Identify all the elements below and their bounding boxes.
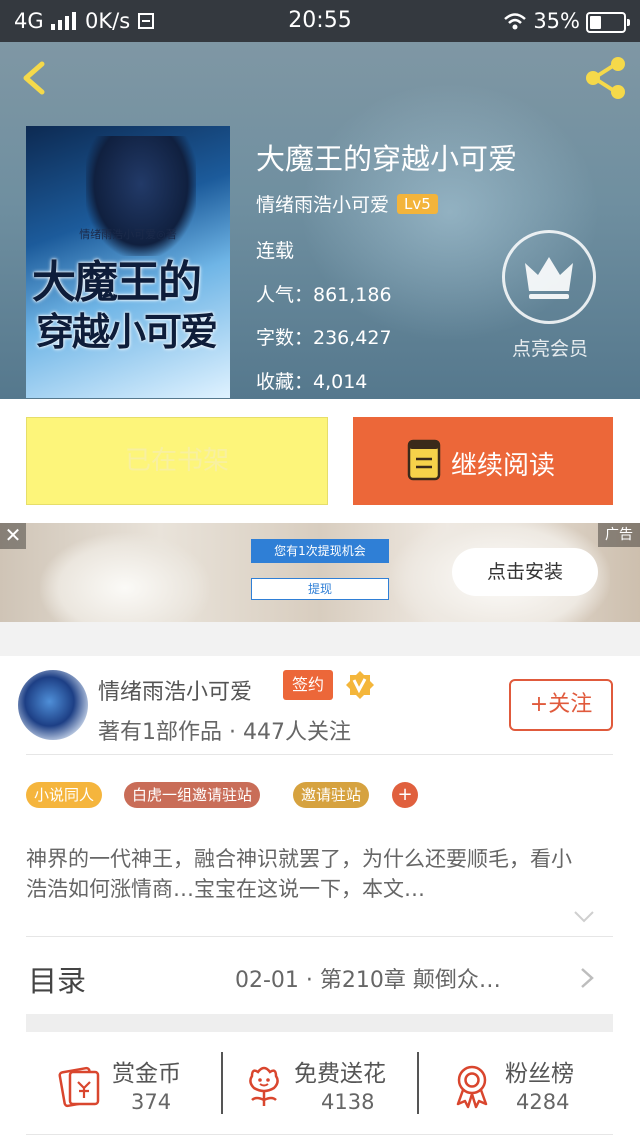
book-word-count: 字数：236,427 xyxy=(256,327,392,349)
book-status: 连载 xyxy=(256,240,295,262)
chevron-down-icon[interactable] xyxy=(573,910,595,924)
divider xyxy=(26,1134,613,1135)
stat-value-reward: 374 xyxy=(131,1090,172,1114)
book-title: 大魔王的穿越小可爱 xyxy=(256,142,518,176)
ad-withdraw-button[interactable]: 提现 xyxy=(251,578,389,600)
wifi-icon xyxy=(503,13,526,30)
tag-2[interactable]: 邀请驻站 xyxy=(293,782,370,808)
book-favorites: 收藏：4,014 xyxy=(256,371,368,393)
vip-button[interactable] xyxy=(502,230,596,324)
flower-icon[interactable] xyxy=(240,1062,288,1110)
book-cover[interactable]: 情绪雨浩小可爱◎著 大魔王的 穿越小可爱 xyxy=(26,126,230,398)
avatar[interactable] xyxy=(18,670,88,740)
author-name[interactable]: 情绪雨浩小可爱 xyxy=(98,674,252,706)
add-tag-button[interactable]: + xyxy=(392,782,418,808)
crown-icon xyxy=(525,257,573,299)
toc-latest-chapter[interactable]: 02-01 · 第210章 颠倒众… xyxy=(235,962,501,994)
reward-coin-icon[interactable] xyxy=(56,1062,104,1110)
fan-rank-icon[interactable] xyxy=(448,1062,496,1110)
book-description[interactable]: 神界的一代神王，融合神识就罢了，为什么还要顺毛，看小浩浩如何涨情商…宝宝在这说一… xyxy=(26,844,586,904)
chevron-right-icon[interactable] xyxy=(580,967,594,989)
ad-close-icon[interactable]: ✕ xyxy=(0,523,26,549)
stat-divider xyxy=(417,1052,419,1114)
back-arrow-icon[interactable] xyxy=(14,58,54,98)
battery-icon xyxy=(586,12,630,33)
continue-reading-button[interactable]: 继续阅读 xyxy=(353,417,613,505)
continue-reading-label: 继续阅读 xyxy=(451,451,556,481)
follow-button[interactable]: +关注 xyxy=(509,679,613,731)
status-right: 35% xyxy=(503,9,580,33)
level-badge: Lv5 xyxy=(397,194,438,214)
stat-label-fans[interactable]: 粉丝榜 xyxy=(505,1054,574,1088)
stat-label-reward[interactable]: 赏金币 xyxy=(112,1054,181,1088)
toc-label[interactable]: 目录 xyxy=(28,958,86,1000)
stat-value-flower: 4138 xyxy=(321,1090,375,1114)
book-popularity: 人气：861,186 xyxy=(256,284,392,306)
stat-divider xyxy=(221,1052,223,1114)
ad-banner[interactable]: 您有1次提现机会 提现 点击安装 ✕ 广告 xyxy=(0,523,640,622)
share-icon[interactable] xyxy=(582,54,630,102)
tag-1[interactable]: 白虎一组邀请驻站 xyxy=(124,782,261,808)
stat-value-fans: 4284 xyxy=(516,1090,570,1114)
ad-install-button[interactable]: 点击安装 xyxy=(452,548,598,596)
ad-tag: 广告 xyxy=(598,523,640,547)
divider xyxy=(26,936,613,937)
section-gap xyxy=(26,1014,613,1032)
ad-offer-text: 您有1次提现机会 xyxy=(251,539,389,563)
book-author[interactable]: 情绪雨浩小可爱 xyxy=(256,194,389,216)
author-stats: 著有1部作品 · 447人关注 xyxy=(98,720,351,745)
signed-badge: 签约 xyxy=(283,670,333,700)
on-shelf-button[interactable]: 已在书架 xyxy=(26,417,328,505)
book-author-line: 情绪雨浩小可爱 Lv5 xyxy=(256,190,438,217)
cover-author-credit: 情绪雨浩小可爱◎著 xyxy=(79,228,177,241)
vip-label[interactable]: 点亮会员 xyxy=(500,334,600,361)
stat-label-flower[interactable]: 免费送花 xyxy=(294,1054,386,1088)
book-icon xyxy=(407,439,441,481)
ad-image-dog xyxy=(40,533,210,622)
battery-percent: 35% xyxy=(533,9,580,33)
divider xyxy=(26,754,613,755)
verified-v-icon xyxy=(346,671,374,699)
cover-title-line2: 穿越小可爱 xyxy=(36,309,218,354)
tag-0[interactable]: 小说同人 xyxy=(26,782,103,808)
status-bar: 4G 0K/s 20:55 35% xyxy=(0,0,640,42)
